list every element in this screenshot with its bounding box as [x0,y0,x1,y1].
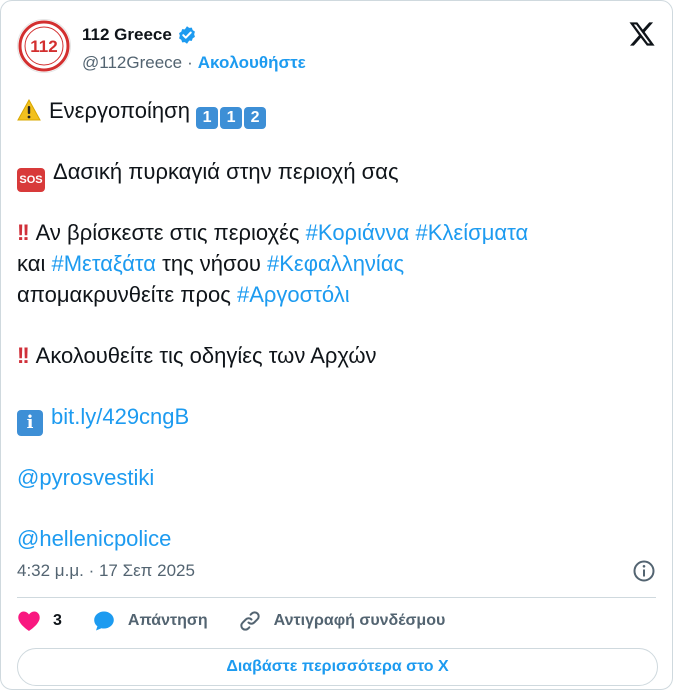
keycap-digit: 1 [220,107,243,129]
display-name[interactable]: 112 Greece [82,25,172,45]
like-button[interactable]: 3 [17,610,62,632]
action-bar: 3 Απάντηση Αντιγραφή συνδέσμου [17,609,475,633]
activation-text: Ενεργοποίηση [49,98,190,123]
mention-link[interactable]: @pyrosvestiki [17,465,154,490]
fire-line: SOS Δασική πυρκαγιά στην περιοχή σας [17,156,656,192]
mention-line-2: @hellenicpolice [17,523,656,554]
areas-prefix: Αν βρίσκεστε στις περιοχές [35,220,300,245]
hashtag-link[interactable]: #Κοριάννα [306,220,410,245]
timestamp[interactable]: 4:32 μ.μ. · 17 Σεπ 2025 [17,561,195,581]
hashtag-link[interactable]: #Κλείσματα [416,220,529,245]
112-logo-icon: 112 [18,20,70,72]
reply-button[interactable]: Απάντηση [92,609,208,633]
mention-line-1: @pyrosvestiki [17,462,656,493]
keycap-digit: 1 [196,107,219,129]
areas-line-3: απομακρυνθείτε προς #Αργοστόλι [17,279,656,310]
mention-link[interactable]: @hellenicpolice [17,526,171,551]
link-icon [239,611,260,631]
avatar[interactable]: 112 [17,19,71,73]
info-circle-icon[interactable] [632,559,656,583]
line3-prefix: απομακρυνθείτε προς [17,282,231,307]
double-exclamation-icon: !! [17,220,30,245]
copy-link-button[interactable]: Αντιγραφή συνδέσμου [238,609,446,633]
line2-prefix: και [17,251,46,276]
handle-row: @112Greece · Ακολουθήστε [82,53,306,73]
warning-icon [17,98,41,121]
handle[interactable]: @112Greece [82,53,182,73]
reply-bubble-icon [94,611,114,631]
author-name-row: 112 Greece [82,25,197,45]
double-exclamation-icon: !! [17,343,30,368]
hashtag-link[interactable]: #Αργοστόλι [237,282,350,307]
like-count: 3 [53,612,62,629]
information-icon: i [17,410,43,436]
keycap-digit: 2 [244,107,267,129]
divider [17,597,656,598]
short-link[interactable]: bit.ly/429cngB [51,404,189,429]
heart-icon [18,611,40,631]
areas-line-2: και #Μεταξάτα της νήσου #Κεφαλληνίας [17,248,656,279]
tweet-text: Ενεργοποίηση 112 SOS Δασική πυρκαγιά στην… [17,95,656,554]
hashtag-link[interactable]: #Κεφαλληνίας [267,251,404,276]
instructions-line: !! Ακολουθείτε τις οδηγίες των Αρχών [17,340,656,371]
copy-link-label: Αντιγραφή συνδέσμου [273,612,446,629]
sos-icon: SOS [17,168,45,192]
follow-button[interactable]: Ακολουθήστε [198,53,306,73]
areas-line-1: !! Αν βρίσκεστε στις περιοχές #Κοριάννα #… [17,217,656,248]
verified-badge-icon [178,26,195,44]
hashtag-link[interactable]: #Μεταξάτα [51,251,156,276]
fire-text: Δασική πυρκαγιά στην περιοχή σας [53,159,399,184]
reply-label: Απάντηση [127,612,208,629]
read-more-button[interactable]: Διαβάστε περισσότερα στο X [17,648,658,686]
tweet-card: 112 112 Greece @112Greece · Ακολουθήστε … [0,0,673,690]
activation-line: Ενεργοποίηση 112 [17,95,656,129]
x-logo-icon[interactable] [628,21,656,47]
line2-middle: της νήσου [162,251,261,276]
link-line: i bit.ly/429cngB [17,401,656,436]
instructions-text: Ακολουθείτε τις οδηγίες των Αρχών [35,343,377,368]
separator: · [187,53,193,72]
avatar-text: 112 [30,37,57,56]
